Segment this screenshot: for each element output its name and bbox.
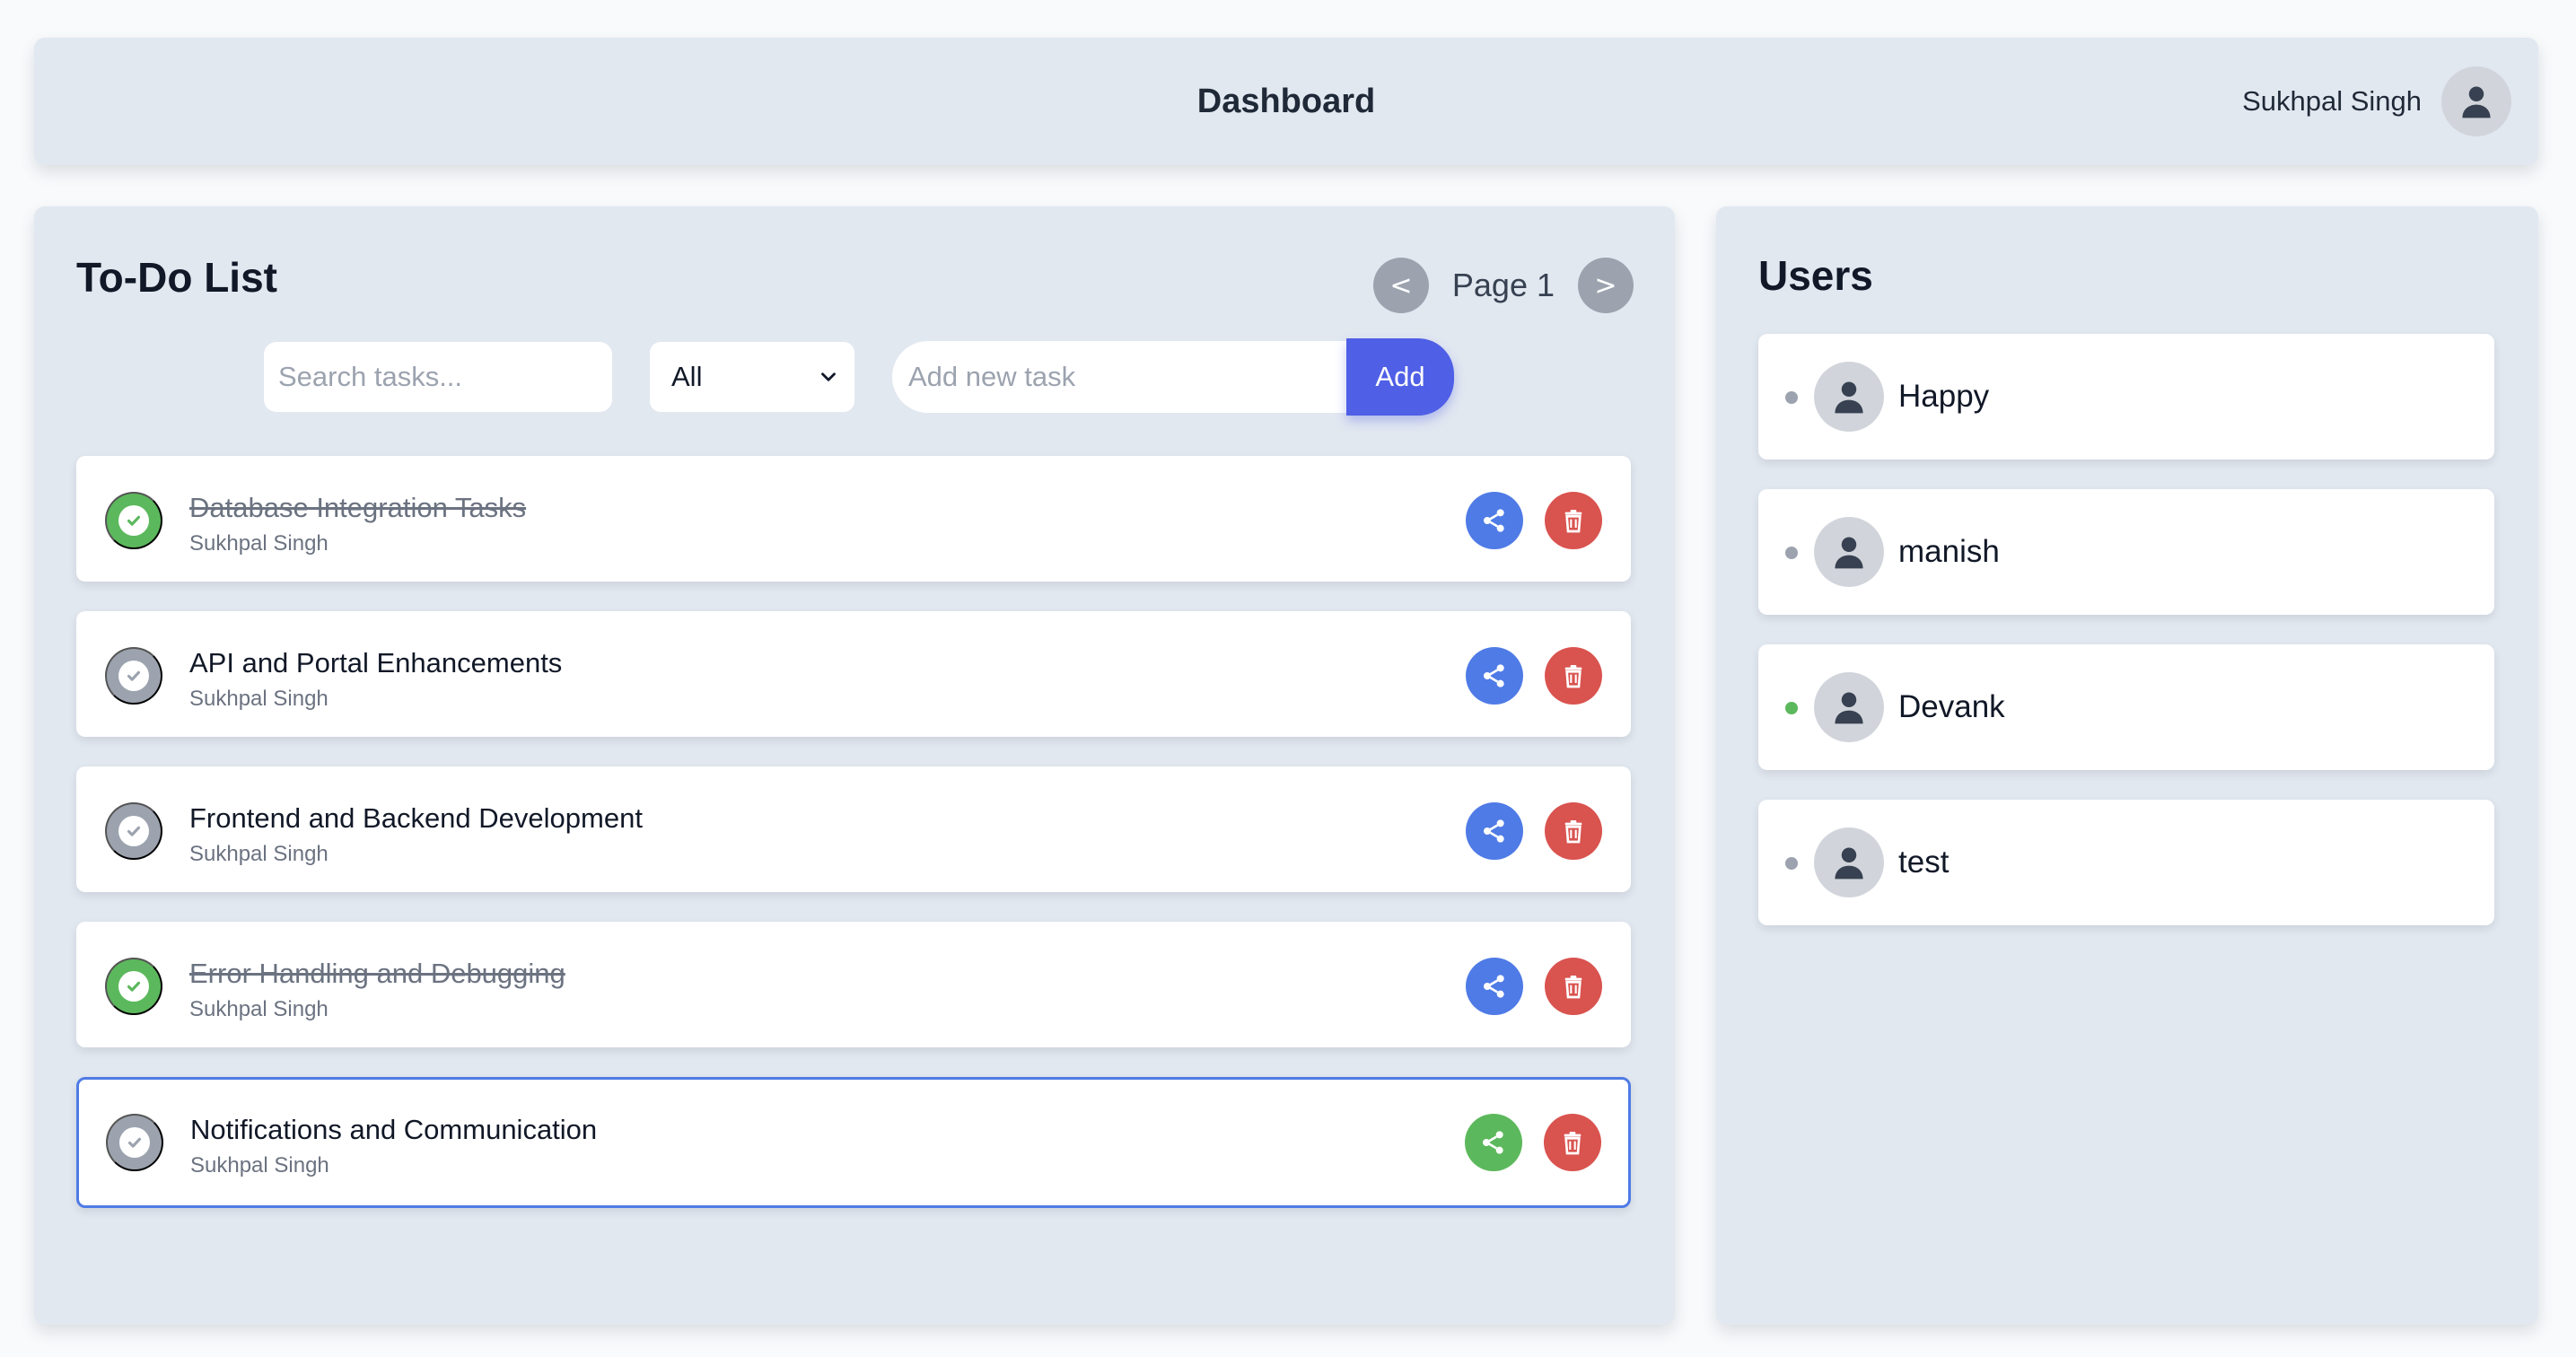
task-actions	[1466, 958, 1602, 1015]
task-row[interactable]: API and Portal Enhancements Sukhpal Singh	[76, 611, 1631, 737]
user-card[interactable]: Devank	[1758, 644, 2494, 770]
status-filter-select[interactable]: All	[650, 342, 854, 412]
user-avatar-icon	[1814, 672, 1884, 742]
page-label: Page 1	[1451, 267, 1555, 303]
check-icon-wrap	[119, 1127, 150, 1158]
task-actions	[1466, 647, 1602, 705]
user-card[interactable]: Happy	[1758, 334, 2494, 460]
task-actions	[1466, 802, 1602, 860]
trash-icon	[1564, 510, 1582, 533]
user-avatar-icon	[1814, 517, 1884, 587]
task-row[interactable]: Database Integration Tasks Sukhpal Singh	[76, 456, 1631, 582]
task-row[interactable]: Frontend and Backend Development Sukhpal …	[76, 766, 1631, 892]
page-title: Dashboard	[1196, 83, 1376, 120]
task-owner: Sukhpal Singh	[190, 1153, 329, 1178]
task-complete-toggle[interactable]	[105, 802, 162, 860]
todo-panel: To-Do List < Page 1 > All Add Database I…	[34, 206, 1675, 1325]
task-actions	[1465, 1114, 1601, 1171]
user-avatar-icon[interactable]	[2441, 66, 2511, 136]
user-card[interactable]: test	[1758, 800, 2494, 925]
user-icon	[2462, 86, 2491, 118]
task-owner: Sukhpal Singh	[189, 842, 329, 866]
user-icon	[1835, 692, 1863, 724]
check-icon-wrap	[118, 971, 149, 1002]
task-list: Database Integration Tasks Sukhpal Singh A…	[76, 456, 1631, 1238]
check-icon	[127, 670, 141, 681]
check-icon	[127, 826, 141, 836]
task-owner: Sukhpal Singh	[189, 997, 329, 1021]
share-task-button[interactable]	[1466, 647, 1523, 705]
user-icon	[1835, 381, 1863, 414]
share-icon	[1484, 975, 1504, 998]
task-name: Error Handling and Debugging	[189, 958, 565, 989]
share-icon	[1483, 1131, 1503, 1154]
share-task-button[interactable]	[1466, 492, 1523, 549]
delete-task-button[interactable]	[1544, 1114, 1601, 1171]
delete-task-button[interactable]	[1545, 958, 1602, 1015]
users-title: Users	[1758, 252, 1873, 299]
user-name: test	[1898, 845, 1950, 880]
task-row[interactable]: Error Handling and Debugging Sukhpal Sing…	[76, 922, 1631, 1047]
trash-icon	[1564, 976, 1582, 999]
check-icon	[127, 981, 141, 992]
trash-icon	[1564, 665, 1582, 688]
delete-task-button[interactable]	[1545, 802, 1602, 860]
user-name: manish	[1898, 534, 2000, 569]
task-name: Database Integration Tasks	[189, 492, 527, 523]
check-icon-wrap	[118, 816, 149, 846]
prev-page-button[interactable]: <	[1372, 258, 1429, 313]
check-icon-wrap	[118, 661, 149, 691]
add-task-button[interactable]: Add	[1346, 338, 1454, 416]
status-dot	[1785, 391, 1798, 404]
filter-selected-value: All	[671, 361, 703, 392]
task-complete-toggle[interactable]	[105, 492, 162, 549]
task-complete-toggle[interactable]	[105, 647, 162, 705]
pagination: < Page 1 >	[1372, 257, 1634, 314]
task-owner: Sukhpal Singh	[189, 531, 329, 556]
next-page-button[interactable]: >	[1578, 258, 1634, 313]
todo-title: To-Do List	[76, 254, 277, 301]
check-icon	[127, 1137, 142, 1148]
task-name: Frontend and Backend Development	[189, 802, 643, 834]
status-dot	[1785, 702, 1798, 714]
task-name: API and Portal Enhancements	[189, 647, 563, 678]
new-task-input[interactable]	[892, 341, 1346, 413]
trash-icon	[1564, 820, 1582, 844]
status-dot	[1785, 547, 1798, 559]
task-owner: Sukhpal Singh	[189, 687, 329, 711]
share-task-button[interactable]	[1465, 1114, 1522, 1171]
share-icon	[1484, 509, 1504, 532]
share-task-button[interactable]	[1466, 802, 1523, 860]
task-actions	[1466, 492, 1602, 549]
share-icon	[1484, 664, 1504, 687]
chevron-down-icon	[821, 372, 836, 381]
task-complete-toggle[interactable]	[106, 1114, 163, 1171]
current-user[interactable]: Sukhpal Singh	[2242, 66, 2511, 136]
trash-icon	[1564, 1132, 1582, 1155]
delete-task-button[interactable]	[1545, 647, 1602, 705]
status-dot	[1785, 857, 1798, 870]
share-task-button[interactable]	[1466, 958, 1523, 1015]
top-header: Dashboard Sukhpal Singh	[34, 38, 2538, 165]
user-icon	[1835, 847, 1863, 880]
current-user-name: Sukhpal Singh	[2242, 85, 2422, 117]
delete-task-button[interactable]	[1545, 492, 1602, 549]
task-row[interactable]: Notifications and Communication Sukhpal S…	[76, 1077, 1631, 1208]
users-panel: Users Happy manish Devank test	[1716, 206, 2538, 1325]
user-avatar-icon	[1814, 362, 1884, 432]
search-tasks-input[interactable]	[264, 342, 612, 412]
share-icon	[1484, 819, 1504, 843]
user-name: Happy	[1898, 379, 1990, 414]
check-icon-wrap	[118, 505, 149, 536]
user-avatar-icon	[1814, 827, 1884, 897]
user-icon	[1835, 537, 1863, 569]
task-complete-toggle[interactable]	[105, 958, 162, 1015]
task-name: Notifications and Communication	[190, 1114, 598, 1145]
check-icon	[127, 515, 141, 526]
user-card[interactable]: manish	[1758, 489, 2494, 615]
user-name: Devank	[1898, 689, 2005, 724]
add-task-group: Add	[892, 338, 1454, 416]
task-controls: All Add	[264, 338, 1454, 416]
user-list: Happy manish Devank test	[1758, 334, 2494, 955]
